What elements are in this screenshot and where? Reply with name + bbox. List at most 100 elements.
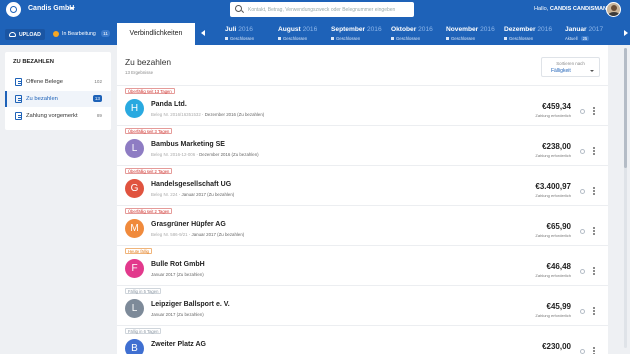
circle-action-icon[interactable] xyxy=(580,309,585,314)
tab-verbindlichkeiten[interactable]: Verbindlichkeiten xyxy=(117,23,195,45)
invoice-meta: Januar 2017 (Zu bezahlen) xyxy=(151,272,204,277)
sidebar-item-offene-belege[interactable]: Offene Belege 102 xyxy=(5,74,111,90)
month-tab-november[interactable]: November 2016 Geschlossen xyxy=(446,26,508,44)
more-vertical-icon[interactable] xyxy=(593,147,595,155)
month-prev-arrow-icon[interactable] xyxy=(201,30,205,36)
vendor-name: Handelsgesellschaft UG xyxy=(151,181,232,188)
chevron-down-icon[interactable] xyxy=(69,7,75,10)
vendor-avatar: M xyxy=(125,219,144,238)
lock-icon xyxy=(446,37,449,40)
payment-status: Zahlung erforderlich xyxy=(535,273,571,278)
vendor-avatar: L xyxy=(125,139,144,158)
document-icon xyxy=(15,78,22,86)
circle-action-icon[interactable] xyxy=(580,349,585,354)
chevron-down-icon xyxy=(590,70,594,72)
search-box[interactable] xyxy=(230,2,414,17)
invoice-amount: €230,00 xyxy=(542,342,571,351)
search-input[interactable] xyxy=(248,4,410,15)
month-tab-december[interactable]: Dezember 2016 Geschlossen xyxy=(504,26,566,44)
sort-dropdown[interactable]: Sortieren nach Fälligkeit xyxy=(541,57,600,77)
payment-status: Zahlung erforderlich xyxy=(535,313,571,318)
invoice-amount: €65,90 xyxy=(546,222,571,231)
vendor-name: Grasgrüner Hüpfer AG xyxy=(151,221,226,228)
table-row[interactable]: Überfällig seit 2 Tagen G Handelsgesellsch… xyxy=(117,165,608,205)
vendor-avatar: L xyxy=(125,299,144,318)
scrollbar-thumb[interactable] xyxy=(624,48,627,168)
month-count-badge: 25 xyxy=(580,36,590,41)
more-vertical-icon[interactable] xyxy=(593,307,595,315)
payment-status: Zahlung erforderlich xyxy=(535,233,571,238)
page-title: Zu bezahlen xyxy=(125,57,172,67)
more-vertical-icon[interactable] xyxy=(593,347,595,354)
sort-label: Sortieren nach xyxy=(556,61,585,66)
due-status-badge: Überfällig seit 3 Tagen xyxy=(125,128,173,134)
invoice-amount: €3.400,97 xyxy=(535,182,571,191)
invoice-amount: €46,48 xyxy=(546,262,571,271)
more-vertical-icon[interactable] xyxy=(593,267,595,275)
payables-panel: Zu bezahlen 13 Ergebnisse Sortieren nach… xyxy=(117,45,608,354)
sidebar-item-zahlung-vorgemerkt[interactable]: Zahlung vorgemerkt 89 xyxy=(5,108,111,124)
more-vertical-icon[interactable] xyxy=(593,107,595,115)
invoice-date: Dezember 2016 (Zu bezahlen) xyxy=(204,112,265,117)
avatar[interactable] xyxy=(606,2,621,17)
document-icon xyxy=(15,112,22,120)
upload-label: UPLOAD xyxy=(19,32,41,38)
invoice-number: Beleg Nr. 224 xyxy=(151,192,178,197)
sidebar-item-label: Zahlung vorgemerkt xyxy=(26,113,78,119)
payment-status: Zahlung erforderlich xyxy=(535,193,571,198)
month-tab-january[interactable]: Januar 2017 Aktuell 25 xyxy=(565,26,620,44)
vendor-name: Panda Ltd. xyxy=(151,101,187,108)
month-tab-october[interactable]: Oktober 2016 Geschlossen xyxy=(391,26,453,44)
table-row[interactable]: Überfällig seit 3 Tagen L Bambus Marketing… xyxy=(117,125,608,165)
invoice-meta: Beleg Nr. 2016/16351532 · Dezember 2016 … xyxy=(151,112,265,117)
table-row[interactable]: Überfällig seit 2 Tagen M Grasgrüner Hüpfe… xyxy=(117,205,608,245)
more-vertical-icon[interactable] xyxy=(593,227,595,235)
month-next-arrow-icon[interactable] xyxy=(624,30,628,36)
user-name: CANDIS CANDISMAN xyxy=(549,6,608,12)
document-icon xyxy=(15,95,22,103)
due-status-badge: Überfällig seit 13 Tagen xyxy=(125,88,175,94)
sort-value: Fälligkeit xyxy=(551,68,571,74)
circle-action-icon[interactable] xyxy=(580,109,585,114)
due-status-badge: Überfällig seit 2 Tagen xyxy=(125,168,173,174)
top-bar: Candis GmbH Hallo, CANDIS CANDISMAN xyxy=(0,0,630,19)
vendor-name: Zweiter Platz AG xyxy=(151,341,206,348)
invoice-date: Dezember 2016 (Zu bezahlen) xyxy=(199,152,259,157)
company-switcher[interactable]: Candis GmbH xyxy=(28,5,74,12)
invoice-amount: €238,00 xyxy=(542,142,571,151)
sidebar-item-label: Zu bezahlen xyxy=(26,96,58,102)
circle-action-icon[interactable] xyxy=(580,269,585,274)
invoice-meta: Beleg Nr. 224 · Januar 2017 (Zu bezahlen… xyxy=(151,192,235,197)
lock-icon xyxy=(504,37,507,40)
sidebar: ZU BEZAHLEN Offene Belege 102 Zu bezahle… xyxy=(5,52,111,130)
processing-indicator[interactable]: In Bearbeitung 11 xyxy=(53,30,111,40)
processing-icon xyxy=(53,31,59,37)
payment-status: Zahlung erforderlich xyxy=(535,153,571,158)
invoice-amount: €45,99 xyxy=(546,302,571,311)
invoice-meta: Beleg Nr. 586-9/21 · Januar 2017 (Zu bez… xyxy=(151,232,245,237)
lock-icon xyxy=(278,37,281,40)
upload-button[interactable]: UPLOAD xyxy=(5,29,45,40)
invoice-meta: Beleg Nr. 2016-12-006 · Dezember 2016 (Z… xyxy=(151,152,259,157)
sidebar-item-zu-bezahlen[interactable]: Zu bezahlen 13 xyxy=(5,91,111,107)
table-row[interactable]: Überfällig seit 13 Tagen H Panda Ltd. Beleg… xyxy=(117,85,608,125)
table-row[interactable]: Heute fällig F Bulle Rot GmbH Januar 2017 (… xyxy=(117,245,608,285)
processing-label: In Bearbeitung xyxy=(62,31,96,37)
more-vertical-icon[interactable] xyxy=(593,187,595,195)
vendor-name: Leipziger Ballsport e. V. xyxy=(151,301,230,308)
vendor-name: Bulle Rot GmbH xyxy=(151,261,205,268)
user-greeting: Hallo, CANDIS CANDISMAN xyxy=(534,6,607,12)
result-count: 13 Ergebnisse xyxy=(125,70,154,75)
circle-action-icon[interactable] xyxy=(580,229,585,234)
month-tab-september[interactable]: September 2016 Geschlossen xyxy=(331,26,393,44)
circle-action-icon[interactable] xyxy=(580,149,585,154)
vendor-avatar: F xyxy=(125,259,144,278)
due-status-badge: Heute fällig xyxy=(125,248,152,254)
payment-status: Zahlung erforderlich xyxy=(535,113,571,118)
candis-logo-icon[interactable] xyxy=(6,2,21,17)
scrollbar[interactable] xyxy=(624,48,627,348)
table-row[interactable]: Fällig in 6 Tagen B Zweiter Platz AG €230,0… xyxy=(117,325,608,354)
table-row[interactable]: Fällig in 5 Tagen L Leipziger Ballsport e.… xyxy=(117,285,608,325)
circle-action-icon[interactable] xyxy=(580,189,585,194)
vendor-avatar: H xyxy=(125,99,144,118)
